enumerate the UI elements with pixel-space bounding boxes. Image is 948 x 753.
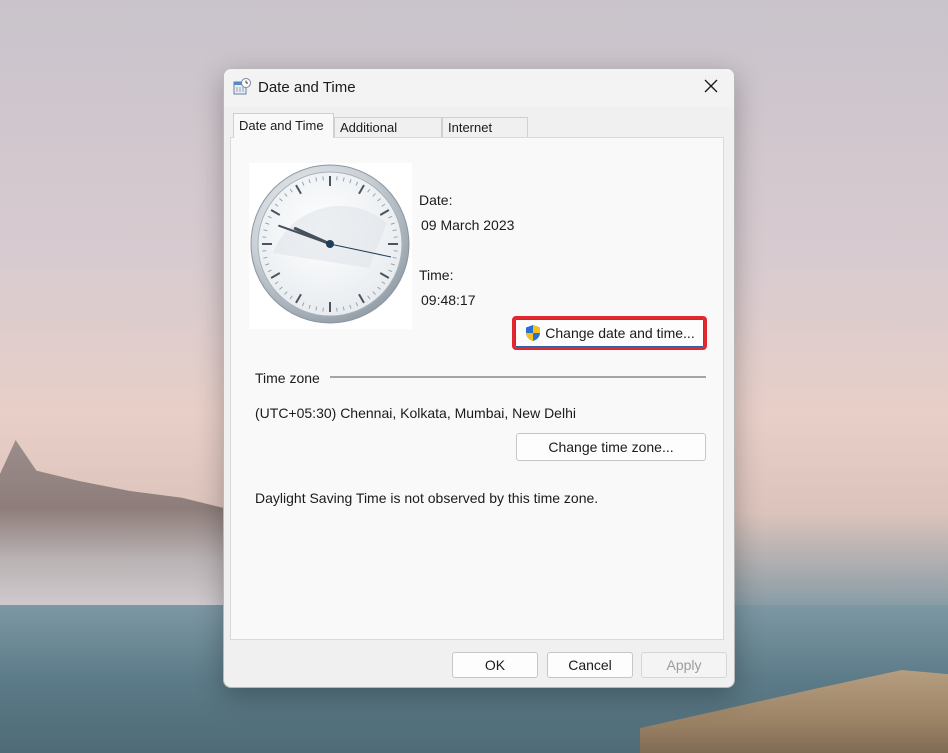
analog-clock bbox=[249, 163, 412, 329]
date-value: 09 March 2023 bbox=[421, 217, 515, 233]
tab-panel-date-and-time: Date: 09 March 2023 Time: 09:48:17 Chang… bbox=[230, 137, 724, 640]
tab-date-and-time[interactable]: Date and Time bbox=[233, 113, 334, 138]
close-icon bbox=[704, 79, 718, 98]
date-label: Date: bbox=[419, 192, 453, 208]
tab-internet-time[interactable]: Internet Time bbox=[442, 117, 528, 155]
time-label: Time: bbox=[419, 267, 454, 283]
close-button[interactable] bbox=[688, 69, 734, 107]
time-value: 09:48:17 bbox=[421, 292, 476, 308]
change-date-and-time-label: Change date and time... bbox=[545, 325, 695, 341]
tab-additional-clocks[interactable]: Additional Clocks bbox=[334, 117, 442, 155]
background-hill bbox=[0, 440, 260, 610]
window-title: Date and Time bbox=[258, 79, 356, 96]
uac-shield-icon bbox=[524, 324, 542, 342]
apply-button[interactable]: Apply bbox=[641, 652, 727, 678]
time-zone-heading: Time zone bbox=[255, 370, 320, 386]
change-time-zone-button[interactable]: Change time zone... bbox=[516, 433, 706, 461]
ok-button[interactable]: OK bbox=[452, 652, 538, 678]
change-date-and-time-button[interactable]: Change date and time... bbox=[512, 316, 707, 350]
date-time-icon bbox=[233, 78, 251, 96]
time-zone-divider bbox=[330, 376, 706, 378]
dst-note: Daylight Saving Time is not observed by … bbox=[255, 490, 599, 506]
time-zone-value: (UTC+05:30) Chennai, Kolkata, Mumbai, Ne… bbox=[255, 405, 576, 421]
cancel-button[interactable]: Cancel bbox=[547, 652, 633, 678]
date-time-dialog: Date and Time Date and Time Additional C… bbox=[223, 68, 735, 688]
title-bar: Date and Time bbox=[224, 69, 734, 107]
